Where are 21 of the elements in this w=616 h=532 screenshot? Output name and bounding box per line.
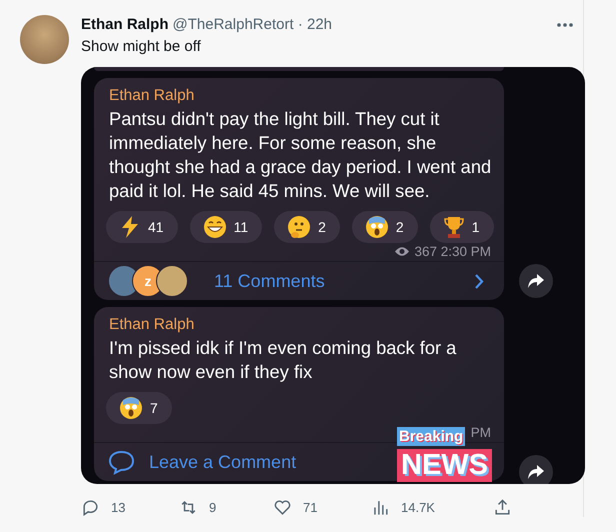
reaction-count: 1: [472, 219, 480, 236]
tweet-text: Show might be off: [81, 38, 202, 56]
reaction-count: 7: [150, 400, 158, 416]
views-button[interactable]: 14.7K: [371, 498, 493, 517]
message-text: Pantsu didn't pay the light bill. They cut it immediately here. For some reason, she thought she had a grace day period. I went and paid it lol. He said 45 mins. We will see.: [108, 107, 492, 204]
news-caption: NEWS: [397, 449, 492, 482]
message-text: I'm pissed idk if I'm even coming back for a show now even if they fix: [108, 336, 458, 384]
reaction-count: 11: [234, 219, 248, 236]
reaction-count: 2: [318, 219, 326, 236]
author-name[interactable]: Ethan Ralph: [81, 16, 169, 34]
reply-button[interactable]: 13: [81, 498, 179, 517]
like-button[interactable]: 71: [273, 498, 371, 517]
retweet-button[interactable]: 9: [179, 498, 273, 517]
message-meta: PM: [470, 425, 491, 440]
reaction-count: 2: [396, 219, 404, 236]
handle-and-time: @TheRalphRetort · 22h: [172, 16, 332, 34]
message-meta: 367 2:30 PM: [414, 244, 491, 260]
sender-name: Ethan Ralph: [108, 86, 196, 106]
breaking-caption: Breaking: [397, 427, 466, 446]
reaction-count: 41: [148, 219, 164, 236]
sender-name: Ethan Ralph: [108, 315, 196, 334]
